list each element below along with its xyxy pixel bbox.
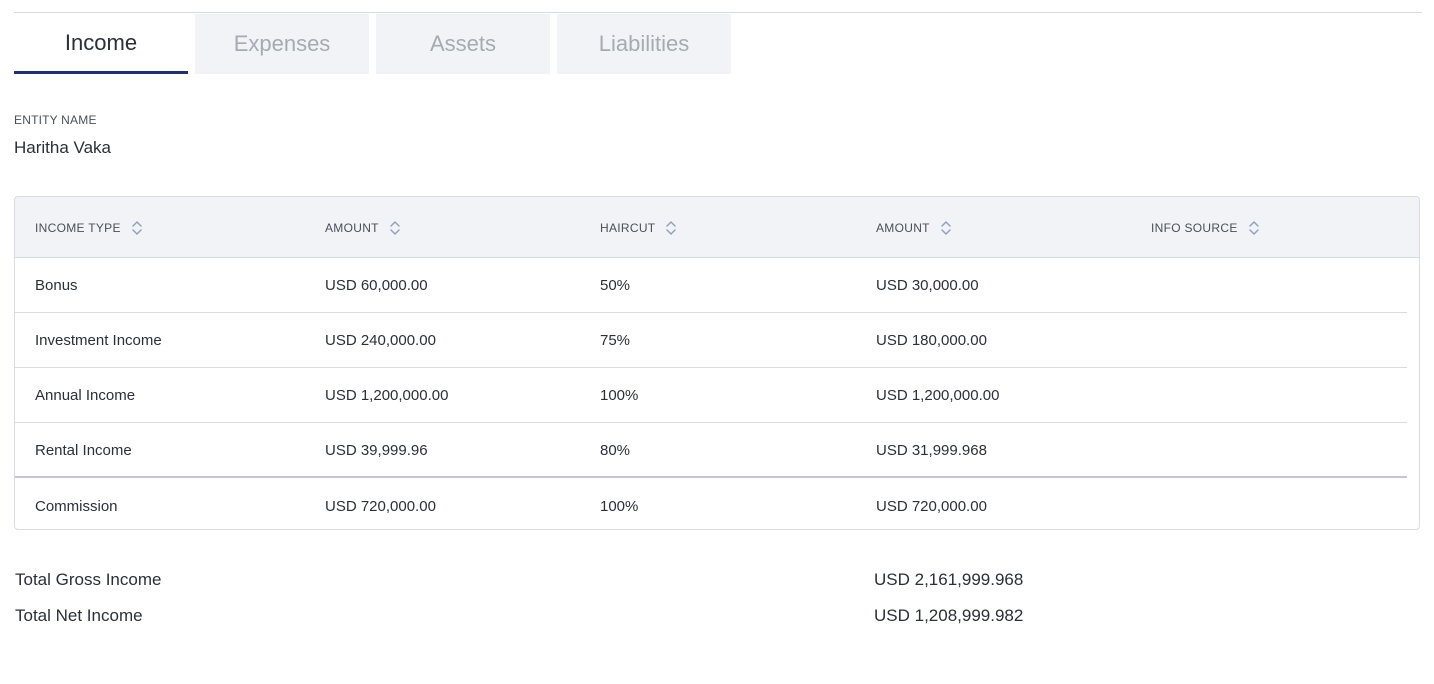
- cell-net-amount: USD 1,200,000.00: [876, 387, 1000, 404]
- column-header-income-type[interactable]: INCOME TYPE: [35, 197, 143, 258]
- cell-haircut: 100%: [600, 498, 639, 515]
- income-page: Income Expenses Assets Liabilities ENTIT…: [0, 0, 1434, 684]
- cell-net-amount: USD 720,000.00: [876, 498, 987, 515]
- column-header-label: AMOUNT: [325, 220, 379, 235]
- cell-amount: USD 720,000.00: [325, 498, 436, 515]
- sort-updown-icon[interactable]: [940, 219, 952, 237]
- tab-income[interactable]: Income: [14, 14, 188, 74]
- cell-amount: USD 39,999.96: [325, 442, 428, 459]
- table-row: Annual Income USD 1,200,000.00 100% USD …: [15, 368, 1407, 423]
- tab-liabilities[interactable]: Liabilities: [557, 14, 731, 74]
- table-row: Commission USD 720,000.00 100% USD 720,0…: [15, 479, 1407, 529]
- cell-income-type: Commission: [35, 498, 118, 515]
- sort-updown-icon[interactable]: [131, 219, 143, 237]
- column-header-label: INCOME TYPE: [35, 220, 121, 235]
- cell-haircut: 100%: [600, 387, 639, 404]
- cell-income-type: Rental Income: [35, 442, 132, 459]
- sort-updown-icon[interactable]: [389, 219, 401, 237]
- table-row: Bonus USD 60,000.00 50% USD 30,000.00: [15, 258, 1407, 313]
- tab-bar: Income Expenses Assets Liabilities: [14, 14, 738, 74]
- cell-net-amount: USD 180,000.00: [876, 332, 987, 349]
- cell-amount: USD 1,200,000.00: [325, 387, 449, 404]
- tab-assets[interactable]: Assets: [376, 14, 550, 74]
- total-gross-income-value: USD 2,161,999.968: [874, 570, 1024, 589]
- cell-amount: USD 240,000.00: [325, 332, 436, 349]
- column-header-label: HAIRCUT: [600, 220, 656, 235]
- cell-income-type: Investment Income: [35, 332, 162, 349]
- entity-name-label: ENTITY NAME: [14, 113, 97, 127]
- total-net-income-value: USD 1,208,999.982: [874, 606, 1024, 625]
- top-divider: [14, 12, 1422, 13]
- column-header-amount[interactable]: AMOUNT: [325, 197, 401, 258]
- cell-amount: USD 60,000.00: [325, 277, 428, 294]
- table-row: Rental Income USD 39,999.96 80% USD 31,9…: [15, 423, 1407, 478]
- tab-expenses[interactable]: Expenses: [195, 14, 369, 74]
- column-header-label: AMOUNT: [876, 220, 930, 235]
- sort-updown-icon[interactable]: [1248, 219, 1260, 237]
- total-gross-income-label: Total Gross Income: [15, 570, 162, 589]
- income-table: INCOME TYPE AMOUNT HAIRCUT AMOUNT INFO S…: [14, 196, 1420, 530]
- cell-income-type: Bonus: [35, 277, 78, 294]
- cell-haircut: 75%: [600, 332, 631, 349]
- cell-haircut: 50%: [600, 277, 631, 294]
- sort-updown-icon[interactable]: [665, 219, 677, 237]
- column-header-net-amount[interactable]: AMOUNT: [876, 197, 952, 258]
- cell-net-amount: USD 30,000.00: [876, 277, 979, 294]
- cell-haircut: 80%: [600, 442, 631, 459]
- column-header-info-source[interactable]: INFO SOURCE: [1151, 197, 1260, 258]
- cell-net-amount: USD 31,999.968: [876, 442, 987, 459]
- column-header-haircut[interactable]: HAIRCUT: [600, 197, 677, 258]
- table-header: INCOME TYPE AMOUNT HAIRCUT AMOUNT INFO S…: [15, 197, 1419, 258]
- entity-name-value: Haritha Vaka: [14, 138, 112, 157]
- column-header-label: INFO SOURCE: [1151, 220, 1238, 235]
- total-net-income-label: Total Net Income: [15, 606, 143, 625]
- cell-income-type: Annual Income: [35, 387, 136, 404]
- table-row: Investment Income USD 240,000.00 75% USD…: [15, 313, 1407, 368]
